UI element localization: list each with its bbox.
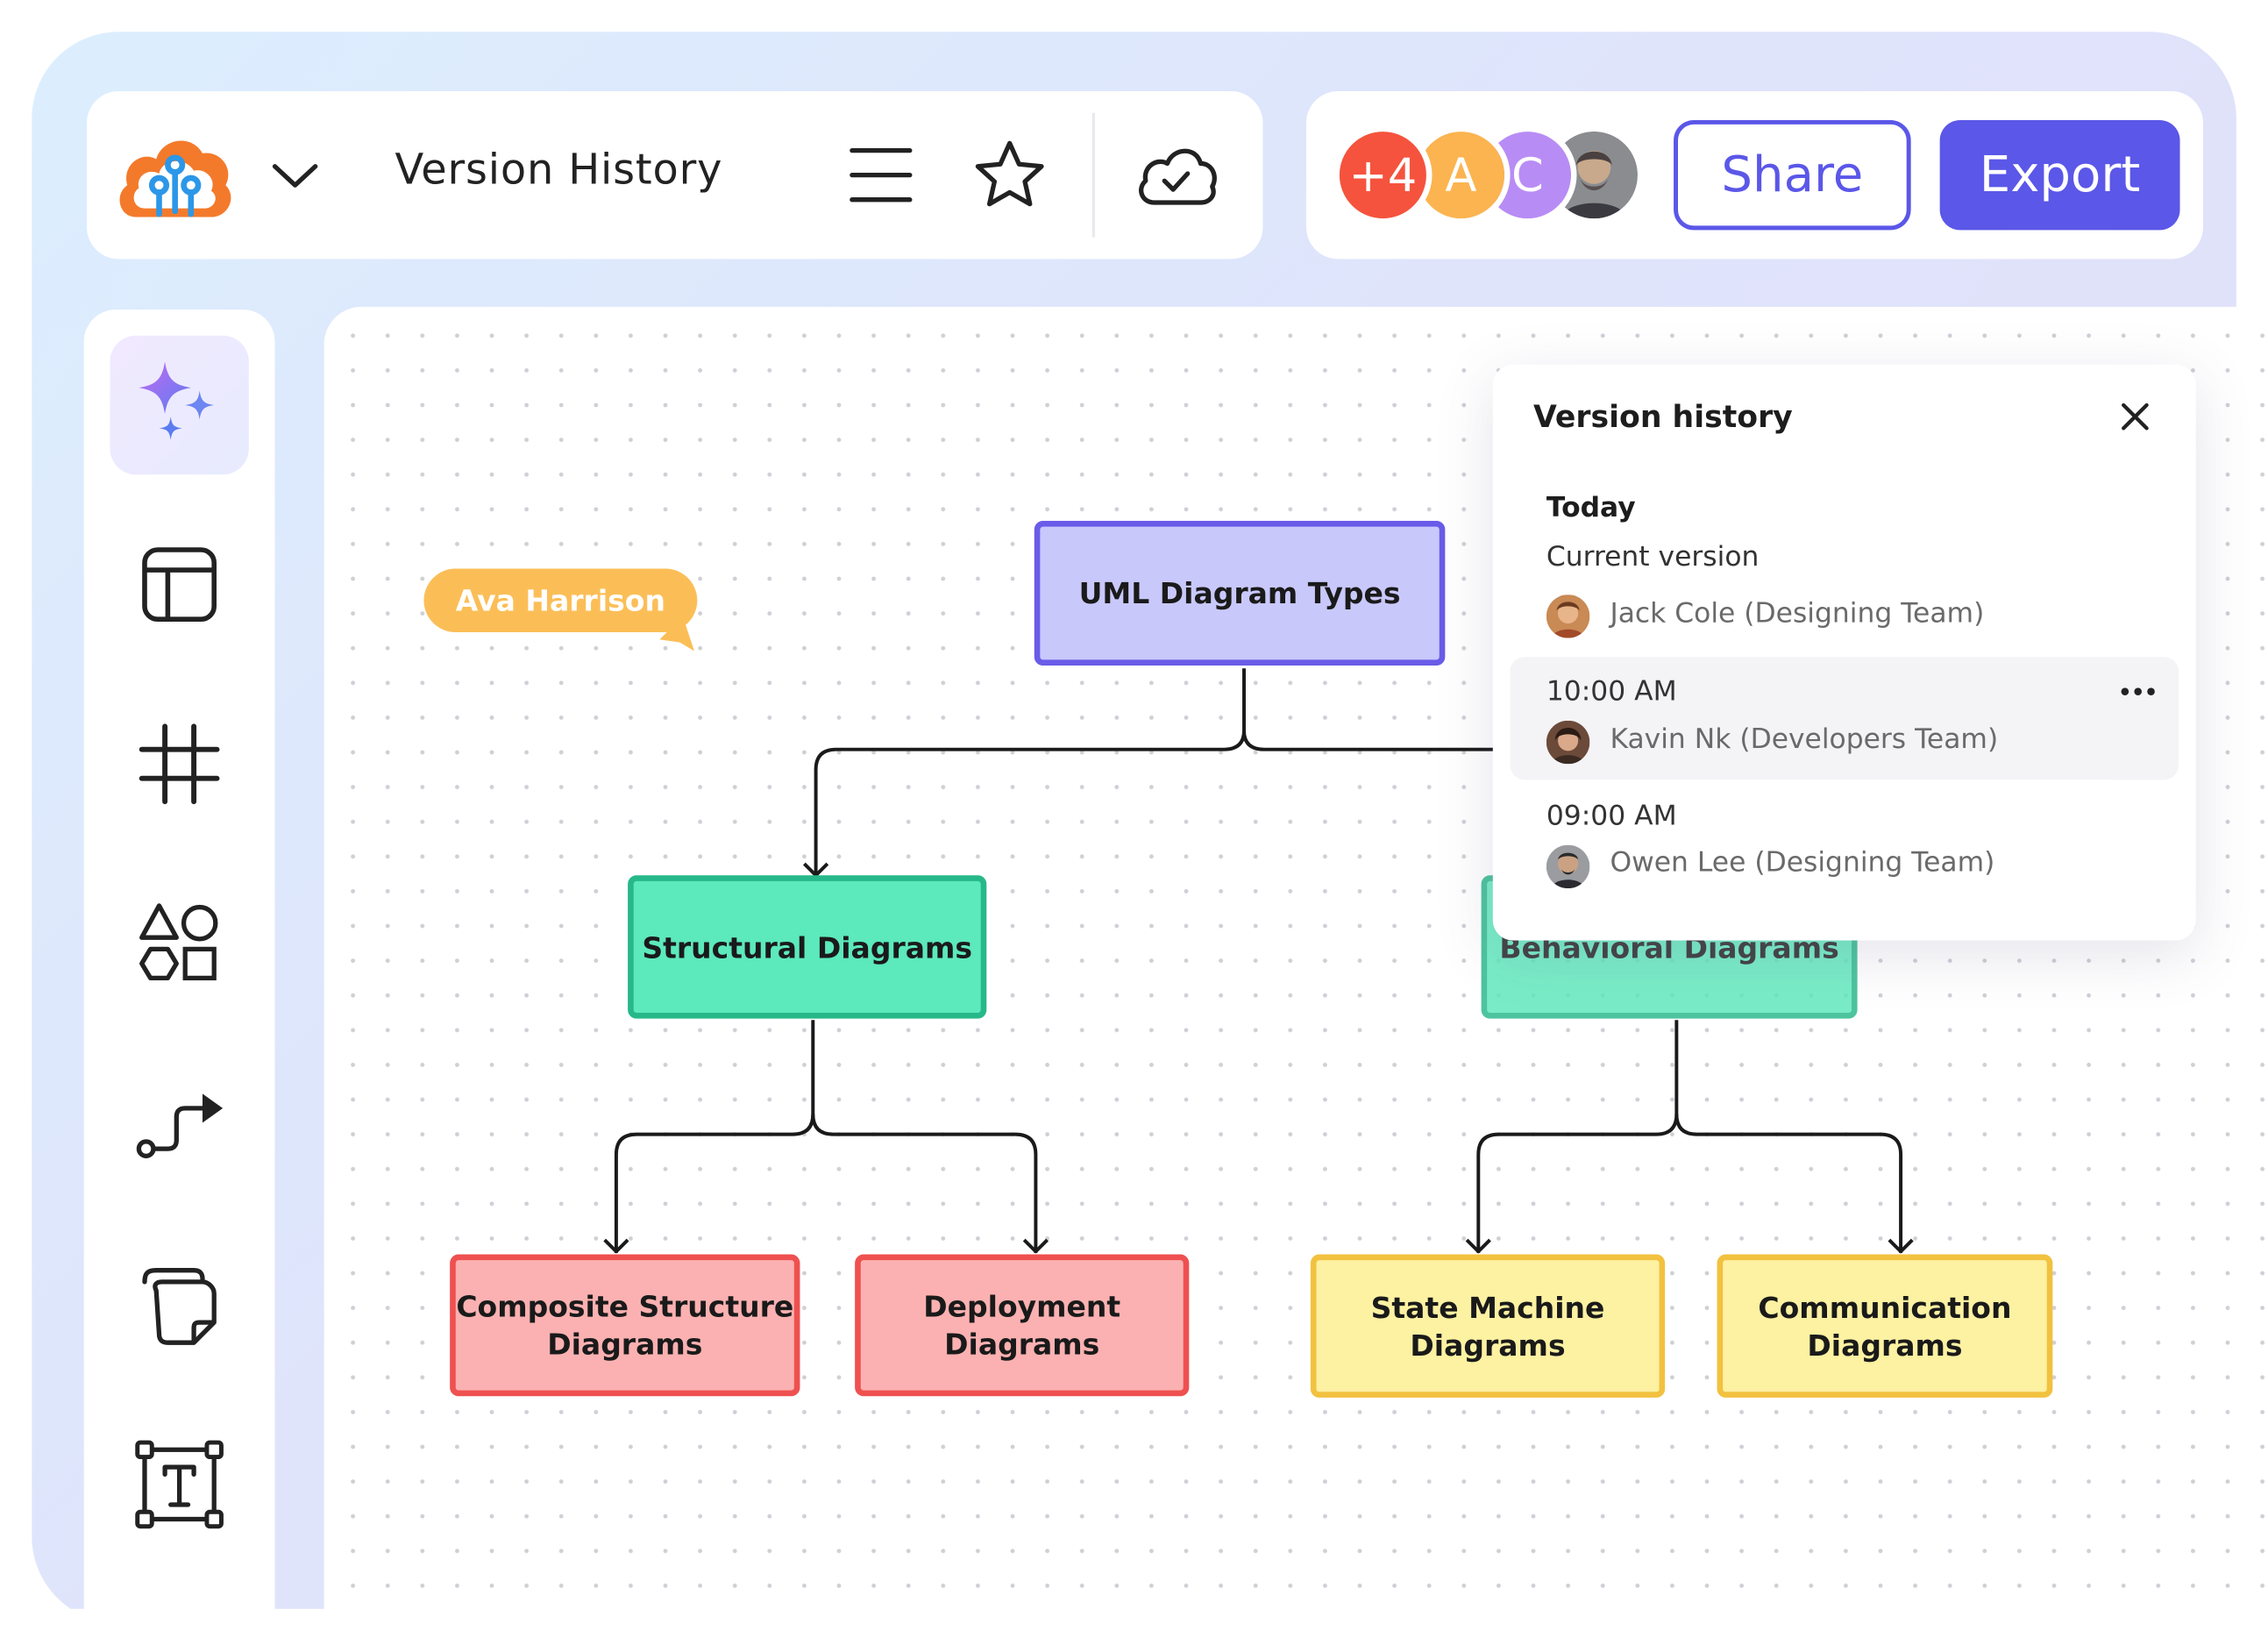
version-group-heading: Today	[1546, 492, 1636, 524]
more-options-icon[interactable]	[2118, 677, 2158, 706]
node-deployment-diagrams[interactable]: Deployment Diagrams	[855, 1254, 1190, 1397]
user-avatar	[1546, 720, 1590, 765]
user-avatar	[1546, 844, 1590, 889]
version-user: Kavin Nk (Developers Team)	[1610, 723, 1999, 756]
node-composite-structure-diagrams[interactable]: Composite Structure Diagrams	[450, 1254, 800, 1397]
version-user: Owen Lee (Designing Team)	[1610, 846, 1995, 879]
node-communication-diagrams[interactable]: Communication Diagrams	[1717, 1254, 2053, 1398]
version-user: Jack Cole (Designing Team)	[1610, 597, 1985, 630]
collaborator-cursor-icon	[659, 616, 694, 652]
close-icon[interactable]	[2115, 396, 2155, 437]
version-label[interactable]: 09:00 AM	[1546, 800, 1677, 831]
node-structural-diagrams[interactable]: Structural Diagrams	[628, 875, 987, 1019]
version-history-title: Version history	[1533, 399, 1793, 434]
version-label[interactable]: Current version	[1546, 541, 1760, 573]
version-label[interactable]: 10:00 AM	[1546, 676, 1677, 708]
page-bottom-edge	[0, 1608, 2268, 1652]
user-avatar	[1546, 595, 1590, 638]
node-state-machine-diagrams[interactable]: State Machine Diagrams	[1310, 1254, 1666, 1398]
node-uml-diagram-types[interactable]: UML Diagram Types	[1034, 521, 1446, 666]
